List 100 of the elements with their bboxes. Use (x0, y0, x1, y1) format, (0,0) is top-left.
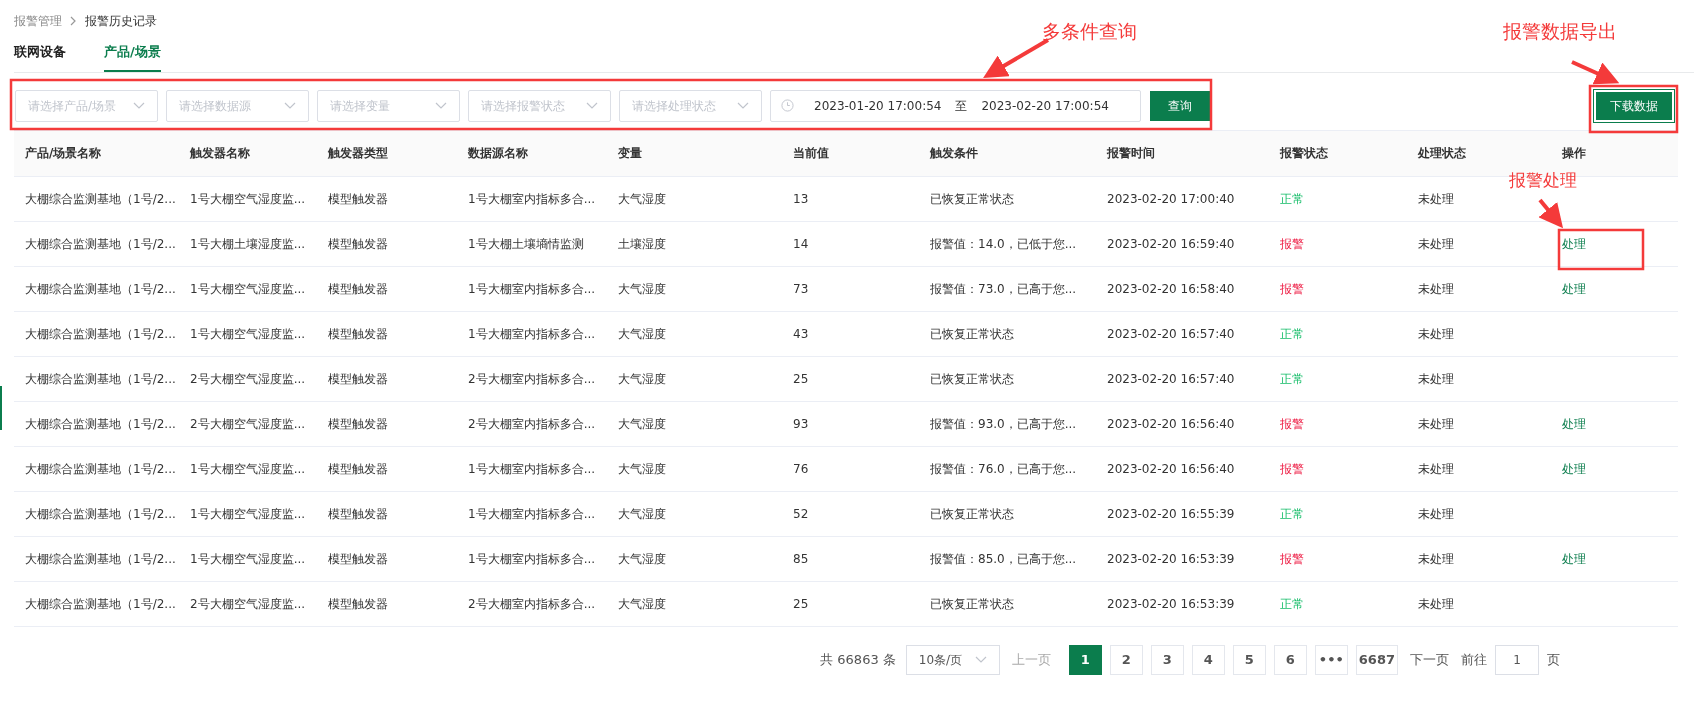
table-cell: 未处理 (1418, 326, 1454, 341)
column-header: 产品/场景名称 (25, 146, 102, 160)
table-cell: 模型触发器 (328, 596, 388, 611)
table-cell: 1号大棚室内指标多合... (468, 326, 596, 341)
table-cell: 2号大棚室内指标多合... (468, 371, 596, 386)
table-cell: 报警值：93.0，已高于您... (930, 416, 1077, 431)
query-button[interactable]: 查询 (1150, 90, 1210, 121)
chevron-right-icon (70, 16, 77, 26)
page-button[interactable]: 6687 (1355, 644, 1398, 675)
table-cell: 模型触发器 (328, 416, 388, 431)
table-cell: 土壤湿度 (618, 236, 666, 251)
table-cell: 未处理 (1418, 416, 1454, 431)
table-cell: 报警值：85.0，已高于您... (930, 551, 1077, 566)
table-cell: 25 (793, 596, 809, 611)
table-cell: 2023-02-20 16:56:40 (1107, 461, 1235, 476)
table-cell: 大棚综合监测基地（1号/2... (25, 191, 176, 206)
column-header: 数据源名称 (468, 146, 528, 160)
page-button[interactable]: 4 (1191, 644, 1225, 675)
chevron-down-icon (133, 101, 145, 110)
table-cell: 已恢复正常状态 (930, 326, 1014, 341)
table-cell: 模型触发器 (328, 371, 388, 386)
annotation-label: 多条件查询 (1042, 19, 1137, 44)
alarm-status: 正常 (1280, 326, 1304, 341)
page-button[interactable]: 1 (1068, 644, 1102, 675)
table-cell: 14 (793, 236, 809, 251)
chevron-down-icon (284, 101, 296, 110)
table-cell: 未处理 (1418, 551, 1454, 566)
handle-link[interactable]: 处理 (1562, 416, 1586, 431)
table-cell: 大棚综合监测基地（1号/2... (25, 506, 176, 521)
table-cell: 大棚综合监测基地（1号/2... (25, 416, 176, 431)
table-cell: 1号大棚室内指标多合... (468, 191, 596, 206)
end-date: 2023-02-20 17:00:54 (981, 97, 1109, 115)
page-button[interactable]: 2 (1109, 644, 1143, 675)
alarm-status: 正常 (1280, 191, 1304, 206)
download-button[interactable]: 下载数据 (1594, 89, 1674, 122)
column-header: 处理状态 (1418, 146, 1466, 160)
handle-link[interactable]: 处理 (1562, 461, 1586, 476)
table-cell: 2023-02-20 16:57:40 (1107, 326, 1235, 341)
goto-label: 前往 (1461, 650, 1487, 669)
table-cell: 未处理 (1418, 506, 1454, 521)
table-cell: 模型触发器 (328, 326, 388, 341)
page-button[interactable]: 5 (1232, 644, 1266, 675)
table-cell: 1号大棚空气湿度监... (190, 551, 306, 566)
table-cell: 大棚综合监测基地（1号/2... (25, 551, 176, 566)
table-cell: 1号大棚空气湿度监... (190, 326, 306, 341)
alarm-status: 报警 (1280, 416, 1304, 431)
table-cell: 大气湿度 (618, 461, 666, 476)
table-cell: 大棚综合监测基地（1号/2... (25, 326, 176, 341)
table-cell: 2号大棚空气湿度监... (190, 371, 306, 386)
table-cell: 25 (793, 371, 809, 386)
page-suffix: 页 (1547, 650, 1560, 669)
table-cell: 未处理 (1418, 461, 1454, 476)
table-cell: 43 (793, 326, 809, 341)
handle-link[interactable]: 处理 (1562, 236, 1586, 251)
column-header: 触发器类型 (328, 146, 388, 160)
table-cell: 未处理 (1418, 281, 1454, 296)
breadcrumb-item[interactable]: 报警管理 (14, 12, 62, 30)
table-cell: 1号大棚空气湿度监... (190, 506, 306, 521)
handle-link[interactable]: 处理 (1562, 281, 1586, 296)
column-header: 报警状态 (1280, 146, 1328, 160)
page-button[interactable]: 6 (1273, 644, 1307, 675)
breadcrumb-item: 报警历史记录 (85, 13, 157, 30)
table-cell: 1号大棚室内指标多合... (468, 551, 596, 566)
table-cell: 2号大棚空气湿度监... (190, 416, 306, 431)
annotation-arrow (1538, 198, 1564, 229)
table-cell: 1号大棚土壤湿度监... (190, 236, 306, 251)
date-range-field[interactable]: 2023-01-20 17:00:54 至 2023-02-20 17:00:54 (770, 89, 1141, 122)
column-header: 报警时间 (1107, 146, 1155, 160)
table-cell: 大气湿度 (618, 596, 666, 611)
goto-page-input[interactable]: 1 (1495, 644, 1539, 675)
page-size-select[interactable]: 10条/页 (905, 644, 1000, 675)
table-cell: 2023-02-20 16:57:40 (1107, 371, 1235, 386)
table-cell: 2023-02-20 16:55:39 (1107, 506, 1235, 521)
table-cell: 模型触发器 (328, 281, 388, 296)
table-cell: 2号大棚室内指标多合... (468, 596, 596, 611)
table-cell: 未处理 (1418, 191, 1454, 206)
table-cell: 模型触发器 (328, 461, 388, 476)
table-cell: 2023-02-20 16:53:39 (1107, 551, 1235, 566)
table-cell: 1号大棚空气湿度监... (190, 191, 306, 206)
table-cell: 未处理 (1418, 596, 1454, 611)
page-button[interactable]: 3 (1150, 644, 1184, 675)
total-count: 共 66863 条 (820, 650, 896, 669)
column-header: 触发器名称 (190, 146, 250, 160)
table-cell: 已恢复正常状态 (930, 191, 1014, 206)
table-cell: 73 (793, 281, 809, 296)
table-cell: 已恢复正常状态 (930, 371, 1014, 386)
chevron-down-icon (435, 101, 447, 110)
table-cell: 模型触发器 (328, 506, 388, 521)
table-cell: 大棚综合监测基地（1号/2... (25, 281, 176, 296)
next-page-button[interactable]: 下一页 (1406, 649, 1453, 670)
handle-link[interactable]: 处理 (1562, 551, 1586, 566)
table-cell: 2023-02-20 16:56:40 (1107, 416, 1235, 431)
column-header: 操作 (1562, 146, 1586, 160)
tab[interactable]: 产品/场景 (104, 42, 161, 72)
table-cell: 已恢复正常状态 (930, 506, 1014, 521)
page-button[interactable]: ••• (1314, 644, 1348, 675)
alarm-status: 报警 (1280, 551, 1304, 566)
table-cell: 85 (793, 551, 809, 566)
tab[interactable]: 联网设备 (14, 42, 66, 72)
column-header: 触发条件 (930, 146, 978, 160)
